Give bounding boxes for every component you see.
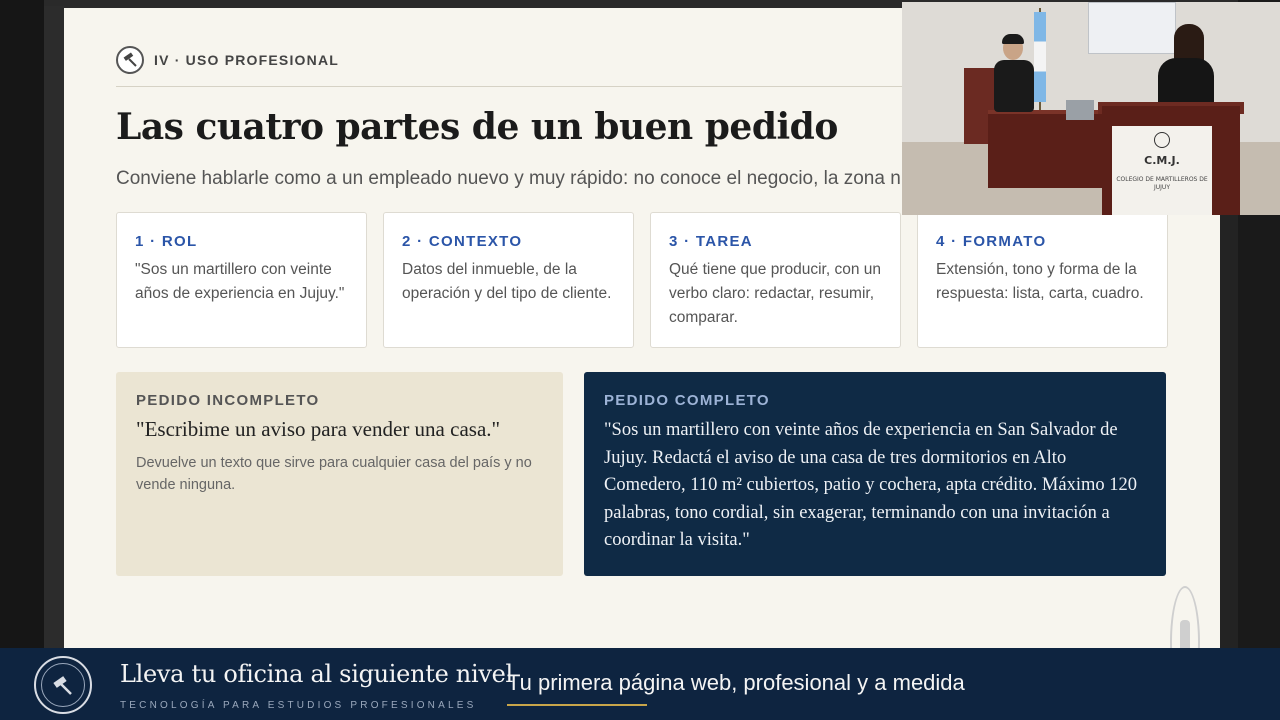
parts-cards: 1 · ROL "Sos un martillero con veinte añ… (116, 212, 1168, 348)
card-title: 4 · FORMATO (936, 233, 1047, 250)
incomplete-quote: "Escribime un aviso para vender una casa… (136, 417, 501, 441)
frame-left-edge (0, 0, 44, 648)
slide-title: Las cuatro partes de un buen pedido (116, 106, 838, 148)
card-body: Extensión, tono y forma de la respuesta:… (936, 261, 1144, 302)
banner-tagline: TECNOLOGÍA PARA ESTUDIOS PROFESIONALES (120, 700, 477, 711)
college-logo-icon (34, 656, 92, 714)
card-tarea: 3 · TAREA Qué tiene que producir, con un… (650, 212, 901, 348)
card-body: "Sos un martillero con veinte años de ex… (135, 261, 345, 302)
complete-request-box: PEDIDO COMPLETO "Sos un martillero con v… (584, 372, 1166, 576)
podium-subtitle: COLEGIO DE MARTILLEROS DE JUJUY (1116, 176, 1208, 191)
webcam-presenter-hair (1002, 34, 1024, 44)
banner-headline: Lleva tu oficina al siguiente nivel (120, 660, 513, 688)
argentina-flag-icon (1034, 12, 1046, 102)
section-header: IV · USO PROFESIONAL (116, 46, 339, 74)
webcam-laptop (1066, 100, 1094, 120)
card-title: 1 · ROL (135, 233, 198, 250)
banner-promo-text: Tu primera página web, profesional y a m… (507, 670, 965, 695)
college-logo-inner (41, 663, 85, 707)
complete-label: PEDIDO COMPLETO (604, 392, 770, 409)
bottom-banner: Lleva tu oficina al siguiente nivel TECN… (0, 648, 1280, 720)
banner-underline (507, 704, 647, 706)
gavel-emblem-icon (116, 46, 144, 74)
webcam-projection-screen (1088, 2, 1176, 54)
webcam-presenter (994, 60, 1034, 112)
webcam-overlay: C.M.J. COLEGIO DE MARTILLEROS DE JUJUY (902, 2, 1280, 215)
webcam-desk (988, 114, 1104, 188)
section-label: IV · USO PROFESIONAL (154, 52, 340, 68)
card-body: Datos del inmueble, de la operación y de… (402, 261, 612, 302)
complete-quote: "Sos un martillero con veinte años de ex… (604, 420, 1137, 550)
incomplete-label: PEDIDO INCOMPLETO (136, 392, 320, 409)
card-body: Qué tiene que producir, con un verbo cla… (669, 261, 881, 326)
incomplete-request-box: PEDIDO INCOMPLETO "Escribime un aviso pa… (116, 372, 563, 576)
card-contexto: 2 · CONTEXTO Datos del inmueble, de la o… (383, 212, 634, 348)
card-title: 3 · TAREA (669, 233, 753, 250)
card-rol: 1 · ROL "Sos un martillero con veinte añ… (116, 212, 367, 348)
frame-bezel (44, 6, 64, 648)
podium-title: C.M.J. (1144, 154, 1180, 167)
card-formato: 4 · FORMATO Extensión, tono y forma de l… (917, 212, 1168, 348)
podium-emblem-icon (1154, 132, 1170, 148)
incomplete-note: Devuelve un texto que sirve para cualqui… (136, 455, 532, 493)
card-title: 2 · CONTEXTO (402, 233, 523, 250)
